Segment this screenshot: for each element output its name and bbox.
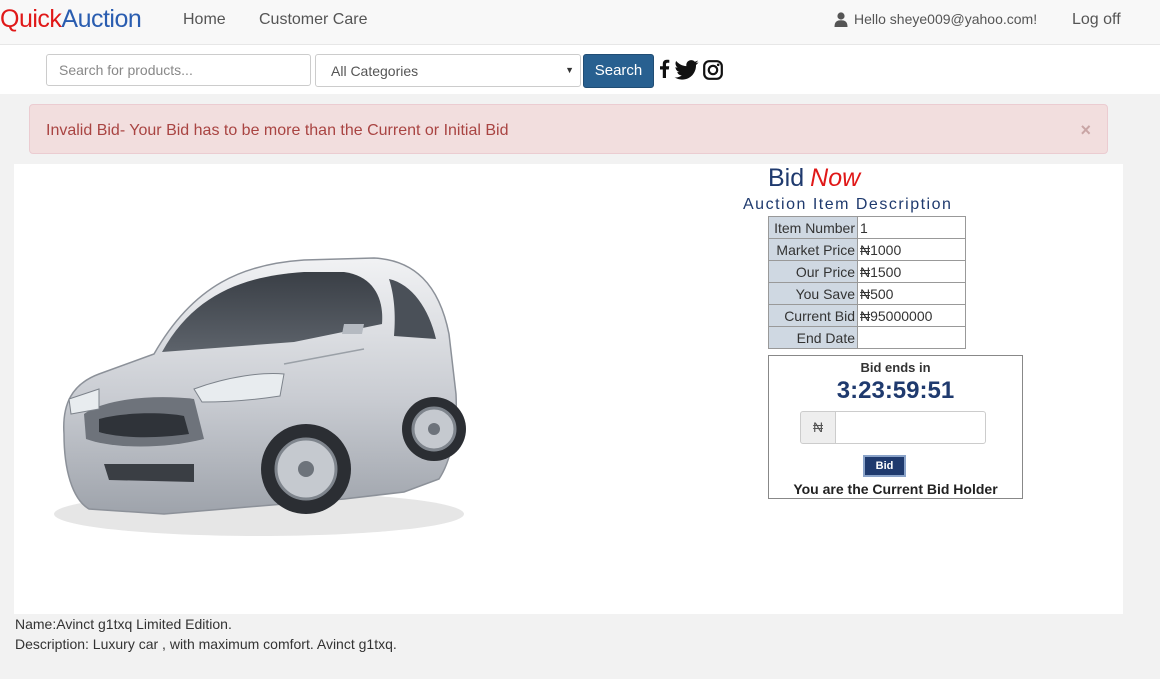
twitter-icon[interactable] [674, 60, 699, 80]
info-row: You Save ₦500 [768, 282, 966, 305]
info-label: Market Price [768, 238, 858, 261]
info-value [857, 326, 966, 349]
countdown-timer: 3:23:59:51 [836, 377, 955, 404]
instagram-icon[interactable] [703, 60, 723, 80]
facebook-icon[interactable] [659, 59, 670, 78]
info-row: Item Number 1 [768, 216, 966, 239]
info-value: ₦1500 [857, 260, 966, 283]
user-greeting-text: Hello sheye009@yahoo.com! [854, 11, 1038, 27]
top-navbar: QuickAuction Home Customer Care Hello sh… [0, 0, 1160, 45]
brand-part-quick: Quick [0, 5, 62, 33]
bid-title-part1: Bid [768, 164, 805, 192]
user-greeting[interactable]: Hello sheye009@yahoo.com! [834, 11, 1037, 27]
search-input[interactable] [46, 54, 311, 86]
bid-box: Bid ends in 3:23:59:51 ₦ Bid You are the… [768, 355, 1023, 499]
info-row: End Date [768, 326, 966, 349]
info-label: You Save [768, 282, 858, 305]
close-icon[interactable]: × [1080, 120, 1091, 141]
item-name: Name:Avinct g1txq Limited Edition. [15, 616, 232, 632]
auction-info-table: Item Number 1 Market Price ₦1000 Our Price ₦1… [768, 216, 966, 349]
user-icon [834, 11, 848, 27]
auction-description-heading: Auction Item Description [743, 196, 953, 213]
car-image [54, 257, 466, 536]
brand-logo[interactable]: QuickAuction [0, 5, 142, 34]
info-label: Item Number [768, 216, 858, 239]
info-label: Current Bid [768, 304, 858, 327]
info-label: End Date [768, 326, 858, 349]
info-value: ₦500 [857, 282, 966, 305]
nav-home-link[interactable]: Home [183, 11, 226, 29]
info-row: Current Bid ₦95000000 [768, 304, 966, 327]
item-description: Description: Luxury car , with maximum c… [15, 636, 397, 652]
info-label: Our Price [768, 260, 858, 283]
dropdown-caret-icon: ▼ [565, 65, 574, 75]
category-select-value: All Categories [331, 63, 419, 79]
info-value: ₦1000 [857, 238, 966, 261]
error-alert: Invalid Bid- Your Bid has to be more tha… [29, 104, 1108, 154]
bid-ends-label: Bid ends in [860, 360, 931, 375]
brand-part-auction: Auction [61, 5, 142, 33]
info-value: ₦95000000 [857, 304, 966, 327]
currency-addon: ₦ [800, 411, 836, 444]
nav-customer-care-link[interactable]: Customer Care [259, 11, 367, 29]
category-select[interactable]: All Categories ▼ [315, 54, 581, 87]
info-row: Our Price ₦1500 [768, 260, 966, 283]
info-value: 1 [857, 216, 966, 239]
search-bar: All Categories ▼ Search [0, 45, 1160, 94]
alert-message: Invalid Bid- Your Bid has to be more tha… [46, 122, 509, 139]
logoff-link[interactable]: Log off [1072, 11, 1121, 29]
bid-button[interactable]: Bid [863, 455, 906, 477]
bid-holder-status: You are the Current Bid Holder [793, 481, 998, 497]
search-button[interactable]: Search [583, 54, 654, 88]
bid-amount-input[interactable] [835, 411, 986, 444]
bid-now-title: Bid Now [768, 164, 860, 193]
info-row: Market Price ₦1000 [768, 238, 966, 261]
bid-title-part2: Now [810, 164, 861, 192]
